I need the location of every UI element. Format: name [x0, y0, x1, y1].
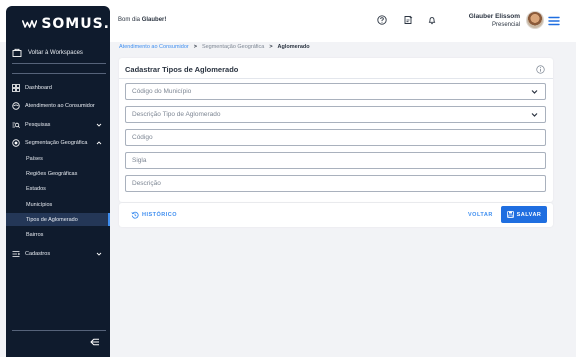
sidebar-subitem-tipos-aglomerado[interactable]: Tipos de Aglomerado	[6, 213, 110, 226]
chevron-down-icon	[531, 113, 538, 117]
sidebar-subitem-label: Municípios	[26, 201, 53, 208]
breadcrumb-separator: >	[193, 44, 197, 50]
form-actions: HISTÓRICO VOLTAR SALVAR	[119, 203, 553, 227]
user-status: Presencial	[491, 22, 520, 28]
breadcrumb-link[interactable]: Atendimento ao Consumidor	[119, 44, 189, 50]
chevron-down-icon	[96, 252, 102, 256]
location-icon	[12, 139, 20, 147]
collapse-sidebar-icon[interactable]	[90, 337, 100, 347]
save-button[interactable]: SALVAR	[501, 206, 547, 223]
back-to-workspaces-button[interactable]: Voltar à Workspaces	[12, 42, 106, 64]
sidebar-subitem-paises[interactable]: Países	[6, 152, 110, 165]
codigo-input[interactable]	[132, 130, 545, 145]
codigo-field[interactable]	[125, 129, 546, 146]
sidebar-item-pesquisas[interactable]: Pesquisas	[6, 118, 110, 132]
avatar[interactable]	[526, 11, 544, 29]
workspace-icon	[12, 48, 22, 57]
greeting: Bom dia Glauber!	[118, 17, 166, 23]
sidebar-divider	[12, 330, 106, 331]
sidebar-item-cadastros[interactable]: Cadastros	[6, 247, 110, 261]
page-title: Cadastrar Tipos de Aglomerado	[125, 65, 239, 74]
descricao-input[interactable]	[132, 176, 545, 191]
logo[interactable]: SOMUS.	[6, 6, 110, 42]
greeting-name: Glauber!	[141, 17, 167, 23]
sidebar-subitem-label: Tipos de Aglomerado	[26, 216, 78, 223]
sidebar-subitem-estados[interactable]: Estados	[6, 182, 110, 195]
info-icon[interactable]	[536, 65, 545, 74]
sidebar-item-atendimento[interactable]: Atendimento ao Consumidor	[6, 99, 110, 113]
bell-icon[interactable]	[426, 14, 438, 26]
history-icon	[131, 211, 139, 219]
chevron-down-icon	[96, 123, 102, 127]
sidebar-subitem-label: Países	[26, 155, 43, 162]
sidebar-subitem-regioes[interactable]: Regiões Geográficas	[6, 167, 110, 180]
list-icon	[12, 251, 20, 257]
codigo-municipio-input[interactable]	[132, 84, 545, 99]
sidebar-subitem-bairros[interactable]: Bairros	[6, 228, 110, 241]
history-button[interactable]: HISTÓRICO	[131, 210, 177, 220]
help-icon[interactable]	[376, 14, 388, 26]
sigla-input[interactable]	[132, 153, 545, 168]
descricao-tipo-aglomerado-select[interactable]	[125, 106, 546, 123]
back-button[interactable]: VOLTAR	[468, 210, 493, 220]
form-card: Cadastrar Tipos de Aglomerado	[119, 58, 553, 202]
save-icon	[506, 211, 514, 218]
dashboard-icon	[12, 84, 20, 92]
notes-icon[interactable]	[402, 14, 414, 26]
sidebar-item-label: Atendimento ao Consumidor	[25, 103, 95, 109]
greeting-prefix: Bom dia	[118, 17, 141, 23]
user-name: Glauber Elissom	[468, 13, 520, 20]
sidebar: Voltar à Workspaces Dashboard Atendiment…	[6, 42, 110, 357]
sidebar-subitem-label: Bairros	[26, 231, 44, 238]
card-divider	[119, 78, 553, 79]
consumer-service-icon	[12, 102, 20, 110]
back-label: VOLTAR	[468, 212, 493, 218]
sidebar-item-label: Cadastros	[25, 251, 51, 257]
workspace-label: Voltar à Workspaces	[28, 49, 83, 56]
breadcrumb-link[interactable]: Segmentação Geográfica	[202, 44, 264, 50]
descricao-field[interactable]	[125, 175, 546, 192]
sidebar-subitem-municipios[interactable]: Municípios	[6, 198, 110, 211]
history-label: HISTÓRICO	[142, 212, 178, 218]
chevron-up-icon	[96, 141, 102, 145]
hamburger-menu-icon[interactable]	[548, 14, 560, 26]
breadcrumb-current: Aglomerado	[277, 44, 310, 50]
breadcrumb: Atendimento ao Consumidor > Segmentação …	[119, 42, 310, 52]
sidebar-item-segmentacao[interactable]: Segmentação Geográfica	[6, 136, 110, 150]
sidebar-subitem-label: Regiões Geográficas	[26, 170, 78, 177]
sidebar-item-label: Dashboard	[25, 85, 52, 91]
somus-logo-icon	[22, 20, 38, 28]
brand-name: SOMUS.	[41, 16, 110, 32]
sidebar-subitem-label: Estados	[26, 185, 46, 192]
sidebar-item-label: Segmentação Geográfica	[25, 140, 88, 146]
search-icon	[12, 122, 20, 129]
save-label: SALVAR	[516, 211, 542, 218]
chevron-down-icon	[531, 90, 538, 94]
sigla-field[interactable]	[125, 152, 546, 169]
sidebar-divider	[12, 73, 106, 74]
sidebar-item-label: Pesquisas	[25, 122, 51, 128]
descricao-tipo-aglomerado-input[interactable]	[132, 107, 545, 122]
breadcrumb-separator: >	[269, 44, 273, 50]
sidebar-item-dashboard[interactable]: Dashboard	[6, 81, 110, 95]
top-header: SOMUS. Bom dia Glauber! Glauber Elissom …	[0, 0, 576, 42]
codigo-municipio-select[interactable]	[125, 83, 546, 100]
